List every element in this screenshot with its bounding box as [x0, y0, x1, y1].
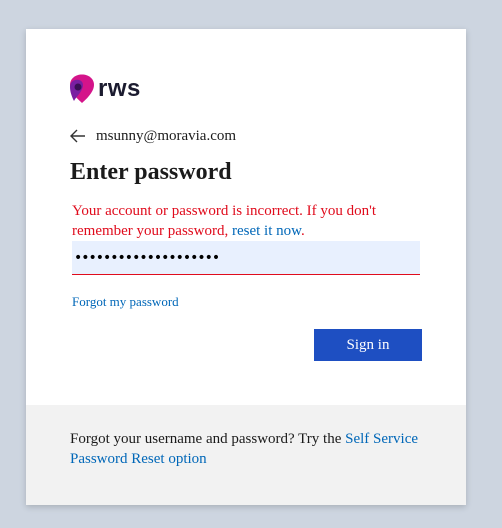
arrow-left-icon[interactable] — [70, 127, 92, 145]
sign-in-button[interactable]: Sign in — [314, 329, 422, 361]
page-title: Enter password — [70, 159, 232, 185]
forgot-password-link[interactable]: Forgot my password — [72, 294, 179, 310]
identity-email: msunny@moravia.com — [96, 127, 237, 144]
identity-banner: msunny@moravia.com — [70, 127, 236, 145]
footer-text: Forgot your username and password? Try t… — [70, 429, 430, 469]
signin-footer: Forgot your username and password? Try t… — [26, 405, 466, 505]
signin-card: rws msunny@moravia.com Enter password Yo… — [26, 29, 466, 505]
signin-card-main: rws msunny@moravia.com Enter password Yo… — [26, 29, 466, 405]
password-input[interactable] — [72, 241, 420, 275]
rws-logo-text: rws — [98, 75, 141, 102]
error-suffix: . — [300, 223, 305, 239]
password-error: Your account or password is incorrect. I… — [72, 201, 412, 241]
footer-message: Forgot your username and password? Try t… — [70, 431, 342, 447]
rws-logo-icon — [70, 74, 94, 103]
rws-logo: rws — [69, 74, 141, 104]
reset-password-link[interactable]: reset it now — [232, 223, 301, 239]
error-message: Your account or password is incorrect. I… — [72, 203, 377, 239]
